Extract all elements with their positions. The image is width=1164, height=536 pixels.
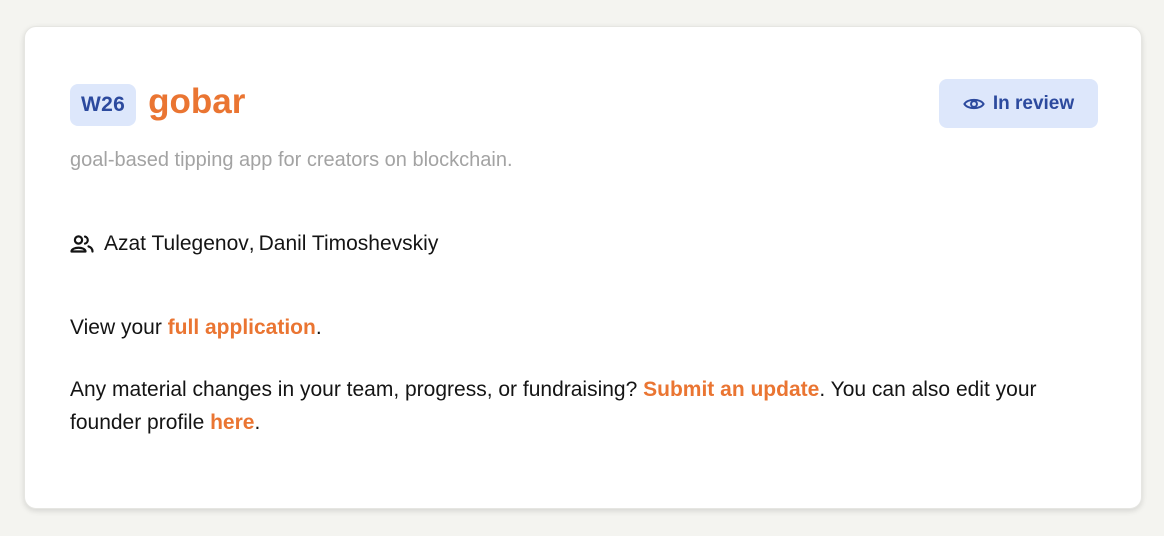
company-name: gobar (148, 82, 246, 121)
founder-separator: , (248, 232, 255, 255)
update-text: Any material changes in your team, progr… (70, 373, 1100, 439)
application-text-prefix: View your (70, 316, 162, 339)
founder-profile-link[interactable]: here (210, 411, 254, 434)
submit-update-link[interactable]: Submit an update (643, 378, 819, 401)
update-text-prefix: Any material changes in your team, progr… (70, 378, 638, 401)
status-label: In review (992, 92, 1075, 114)
status-badge: In review (939, 79, 1098, 128)
founder-name: Azat Tulegenov (104, 232, 249, 255)
eye-icon (963, 98, 985, 109)
people-icon (70, 235, 94, 253)
application-text: View your full application. (70, 311, 1100, 344)
batch-badge: W26 (70, 84, 137, 126)
application-text-suffix: . (315, 316, 322, 339)
card-header: W26 gobar (70, 82, 246, 126)
application-card: W26 gobar In review goal-based tipping a… (24, 26, 1142, 509)
update-text-suffix: . (254, 411, 261, 434)
company-tagline: goal-based tipping app for creators on b… (70, 149, 513, 171)
founder-name: Danil Timoshevskiy (258, 232, 439, 255)
founders-list: Azat Tulegenov, Danil Timoshevskiy (70, 229, 438, 259)
full-application-link[interactable]: full application (168, 316, 316, 339)
